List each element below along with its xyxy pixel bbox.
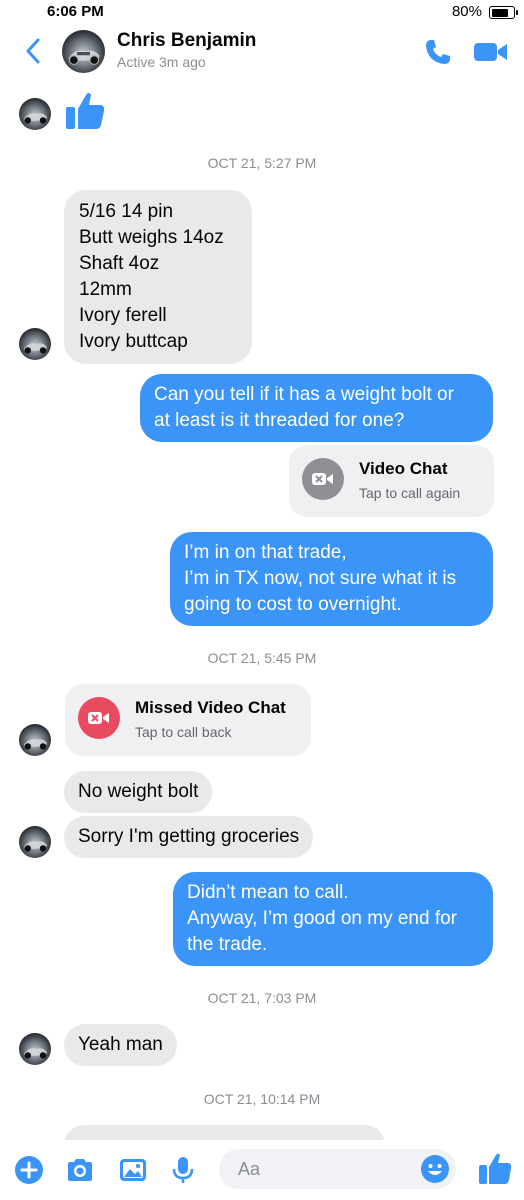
battery-icon: [489, 6, 518, 19]
missed-call-icon: [78, 697, 120, 739]
emoji-icon[interactable]: [420, 1154, 450, 1184]
add-button[interactable]: [13, 1154, 45, 1186]
conversation-header: Chris Benjamin Active 3m ago: [0, 24, 524, 80]
sender-avatar[interactable]: [19, 826, 51, 858]
thumbs-up-icon: [479, 1153, 512, 1184]
message-composer: Aa: [0, 1140, 524, 1200]
sender-avatar[interactable]: [19, 328, 51, 360]
video-chat-card[interactable]: Video Chat Tap to call again: [289, 445, 494, 517]
phone-icon: [426, 40, 450, 64]
timestamp: OCT 21, 5:27 PM: [207, 155, 317, 171]
missed-video-chat-card[interactable]: Missed Video Chat Tap to call back: [65, 684, 311, 756]
timestamp: OCT 21, 7:03 PM: [207, 990, 317, 1006]
gallery-button[interactable]: [117, 1154, 149, 1186]
timestamp: OCT 21, 5:45 PM: [207, 650, 317, 666]
sender-avatar[interactable]: [19, 724, 51, 756]
message-input[interactable]: Aa: [219, 1149, 456, 1189]
battery-percentage: 80%: [451, 3, 482, 20]
chevron-left-icon: [26, 38, 40, 64]
video-call-button[interactable]: [472, 36, 510, 68]
incoming-message-bubble[interactable]: Yeah man: [64, 1024, 177, 1066]
timestamp: OCT 21, 10:14 PM: [203, 1091, 321, 1107]
call-subtitle: Tap to call again: [359, 485, 461, 501]
call-title: Missed Video Chat: [135, 698, 286, 717]
sender-avatar[interactable]: [19, 1033, 51, 1065]
outgoing-message-bubble[interactable]: Can you tell if it has a weight bolt or …: [140, 374, 493, 442]
video-call-icon: [302, 458, 344, 500]
voice-record-button[interactable]: [167, 1154, 199, 1186]
status-bar: 6:06 PM 80%: [0, 0, 524, 24]
send-like-button[interactable]: [477, 1150, 513, 1186]
outgoing-message-bubble[interactable]: Didn’t mean to call. Anyway, I’m good on…: [173, 872, 493, 966]
camera-button[interactable]: [64, 1154, 96, 1186]
camera-icon: [68, 1159, 92, 1181]
thumbs-up-sticker: [64, 89, 106, 131]
thumbs-up-icon: [66, 93, 105, 129]
active-status: Active 3m ago: [117, 54, 206, 70]
contact-name[interactable]: Chris Benjamin: [117, 30, 256, 52]
image-icon: [120, 1159, 146, 1181]
incoming-message-bubble[interactable]: No weight bolt: [64, 771, 213, 813]
sender-avatar[interactable]: [19, 98, 51, 130]
call-title: Video Chat: [359, 459, 448, 478]
outgoing-message-bubble[interactable]: I’m in on that trade, I’m in TX now, not…: [170, 532, 493, 626]
microphone-icon: [172, 1157, 194, 1183]
video-camera-icon: [474, 43, 507, 61]
message-input-placeholder: Aa: [238, 1159, 261, 1179]
incoming-message-bubble[interactable]: 5/16 14 pin Butt weighs 14oz Shaft 4oz 1…: [64, 190, 252, 364]
call-subtitle: Tap to call back: [135, 724, 232, 740]
back-button[interactable]: [18, 34, 48, 68]
incoming-message-bubble[interactable]: Sorry I'm getting groceries: [64, 816, 314, 858]
plus-icon: [15, 1156, 43, 1184]
voice-call-button[interactable]: [422, 36, 454, 68]
contact-avatar[interactable]: [62, 30, 105, 73]
status-time: 6:06 PM: [47, 3, 104, 20]
